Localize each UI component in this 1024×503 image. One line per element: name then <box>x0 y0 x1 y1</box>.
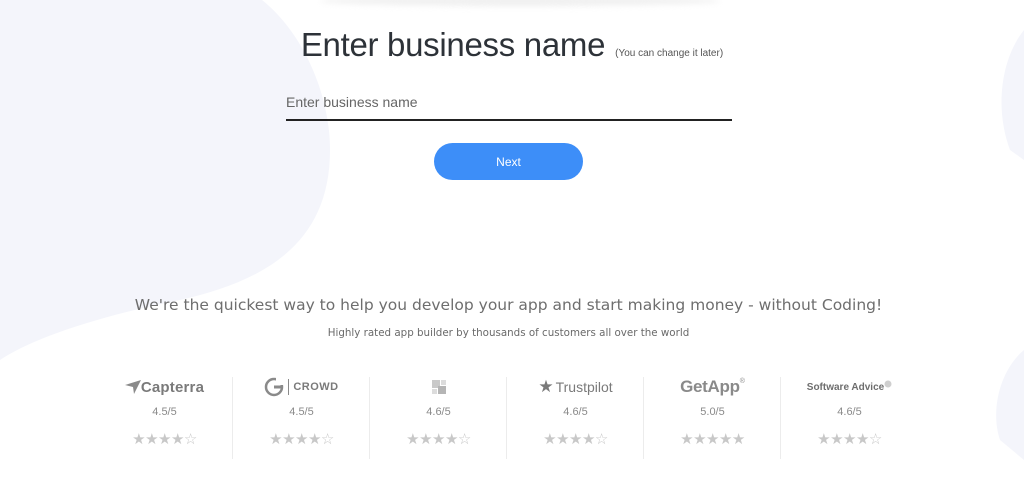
capterra-arrow-icon <box>124 380 141 394</box>
rating-score: 4.5/5 <box>289 406 314 418</box>
trustpilot-logo: ★ Trustpilot <box>538 377 613 396</box>
rating-score: 4.6/5 <box>563 406 588 418</box>
page-subtitle: (You can change it later) <box>615 48 724 59</box>
rating-stars: ★★★★☆ <box>543 431 608 448</box>
star-icon: ★ <box>538 377 554 396</box>
business-name-input[interactable] <box>286 86 732 118</box>
ratings-row: Capterra 4.5/5 ★★★★☆ CROWD 4.5/5 ★★★★☆ 4… <box>96 374 918 459</box>
generic-logo <box>370 374 507 400</box>
rating-stars: ★★★★★ <box>680 431 745 448</box>
rating-score: 5.0/5 <box>700 406 725 418</box>
rating-generic: 4.6/5 ★★★★☆ <box>370 374 507 459</box>
software-advice-logo: Software Advice <box>781 374 918 400</box>
heading-row: Enter business name (You can change it l… <box>0 26 1024 64</box>
speech-bubble-icon <box>884 380 892 388</box>
rating-software-advice: Software Advice 4.6/5 ★★★★☆ <box>781 374 918 459</box>
tagline: We're the quickest way to help you devel… <box>134 296 883 314</box>
rating-score: 4.6/5 <box>837 406 862 418</box>
grid-logo-icon <box>431 380 446 394</box>
g2-icon <box>265 377 284 397</box>
rating-score: 4.6/5 <box>426 406 451 418</box>
rating-stars: ★★★★☆ <box>132 431 197 448</box>
next-button[interactable]: Next <box>434 143 583 180</box>
business-name-field <box>286 86 732 121</box>
rating-stars: ★★★★☆ <box>817 431 882 448</box>
rating-stars: ★★★★☆ <box>269 431 334 448</box>
rating-trustpilot: ★ Trustpilot 4.6/5 ★★★★☆ <box>507 374 644 459</box>
sub-tagline: Highly rated app builder by thousands of… <box>327 327 690 339</box>
rating-capterra: Capterra 4.5/5 ★★★★☆ <box>96 374 233 459</box>
capterra-logo: Capterra <box>96 374 233 400</box>
page-title: Enter business name <box>300 26 606 63</box>
rating-getapp: GetApp ® 5.0/5 ★★★★★ <box>644 374 781 459</box>
rating-score: 4.5/5 <box>152 406 177 418</box>
rating-stars: ★★★★☆ <box>406 431 471 448</box>
getapp-logo: GetApp ® <box>680 377 745 396</box>
rating-g2-crowd: CROWD 4.5/5 ★★★★☆ <box>233 374 370 459</box>
g2-crowd-logo: CROWD <box>233 374 370 400</box>
